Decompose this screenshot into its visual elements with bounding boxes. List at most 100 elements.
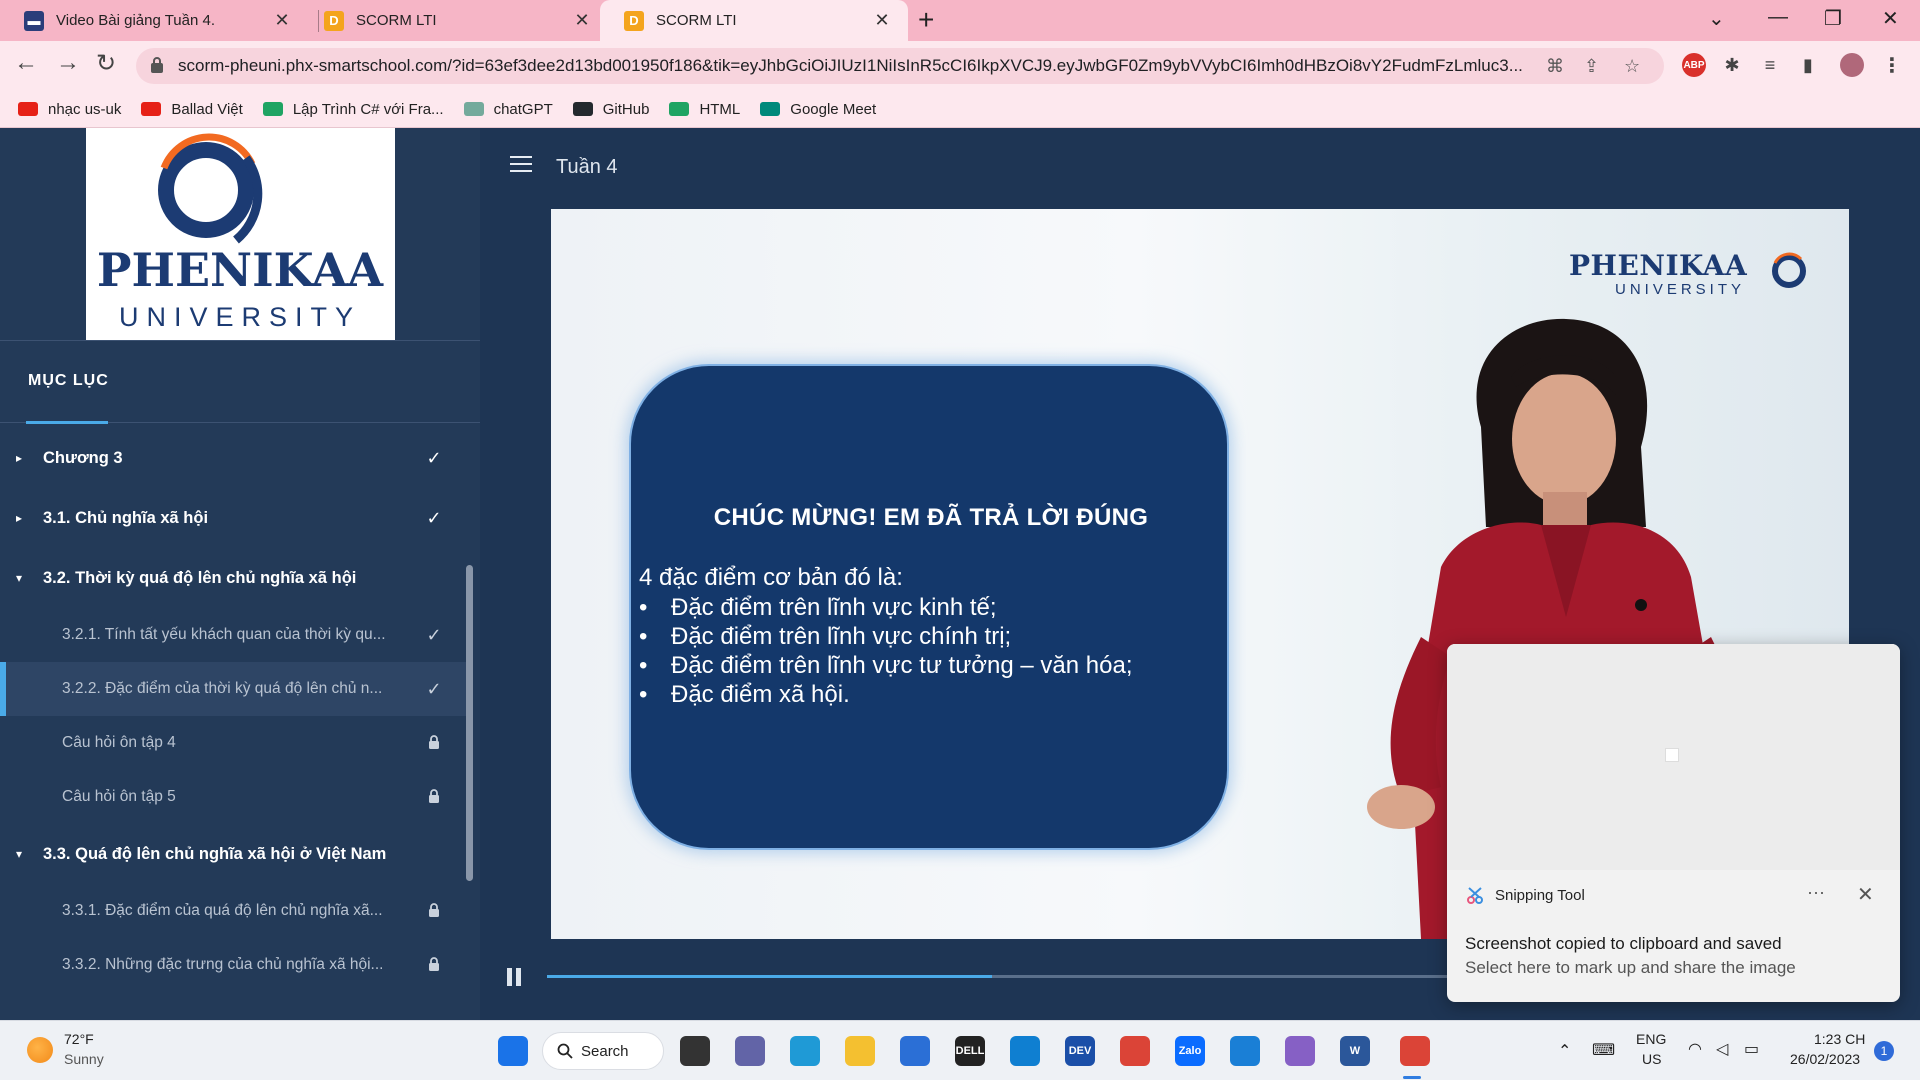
caret-right-icon[interactable]: ▸ xyxy=(16,511,22,525)
window-close-button[interactable]: ✕ xyxy=(1882,6,1899,31)
toc-lesson[interactable]: Câu hỏi ôn tập 4 xyxy=(0,716,470,770)
url-text: scorm-pheuni.phx-smartschool.com/?id=63e… xyxy=(178,56,1523,75)
toc-lesson[interactable]: 3.3.1. Đặc điểm của quá độ lên chủ nghĩa… xyxy=(0,884,470,938)
toc-item-label: 3.2.2. Đặc điểm của thời kỳ quá độ lên c… xyxy=(62,680,383,697)
start-icon[interactable] xyxy=(498,1036,528,1066)
translate-icon[interactable]: ⌘ xyxy=(1546,56,1564,77)
close-icon[interactable]: ✕ xyxy=(1857,882,1874,907)
sun-icon[interactable] xyxy=(27,1037,53,1063)
lock-icon xyxy=(424,733,444,754)
store-icon[interactable] xyxy=(900,1036,930,1066)
pause-icon[interactable] xyxy=(507,968,523,986)
teams-icon[interactable] xyxy=(735,1036,765,1066)
chrome-active-icon[interactable] xyxy=(1400,1036,1430,1066)
bookmark-item[interactable]: nhạc us-uk xyxy=(18,101,121,118)
dell-icon[interactable]: DELL xyxy=(955,1036,985,1066)
toc-lesson[interactable]: Câu hỏi ôn tập 5 xyxy=(0,770,470,824)
minimize-button[interactable]: — xyxy=(1768,6,1788,29)
language-region[interactable]: US xyxy=(1642,1051,1661,1067)
caret-down-icon[interactable]: ▾ xyxy=(16,847,22,861)
checkmark-icon: ✓ xyxy=(426,624,442,645)
extensions-puzzle-icon[interactable]: ✱ xyxy=(1720,53,1744,77)
chevron-up-icon[interactable]: ⌃ xyxy=(1558,1041,1571,1061)
hamburger-menu-icon[interactable] xyxy=(510,156,532,172)
bookmark-item[interactable]: Lập Trình C# với Fra... xyxy=(262,101,444,118)
restore-button[interactable]: ❐ xyxy=(1824,6,1842,31)
caret-down-icon[interactable]: ▾ xyxy=(16,571,22,585)
language-indicator[interactable]: ENG xyxy=(1636,1031,1666,1047)
toc-chapter[interactable]: ▸ 3.1. Chủ nghĩa xã hội ✓ xyxy=(0,488,470,548)
caret-right-icon[interactable]: ▸ xyxy=(16,451,22,465)
taskbar-search[interactable]: Search xyxy=(542,1032,664,1070)
toc-chapter[interactable]: ▾ 3.2. Thời kỳ quá độ lên chủ nghĩa xã hộ… xyxy=(0,548,470,608)
video-progress-bar[interactable] xyxy=(547,975,1547,978)
edge-icon[interactable] xyxy=(790,1036,820,1066)
back-arrow-icon[interactable]: ← xyxy=(14,49,38,77)
lock-icon xyxy=(424,787,444,808)
snipping-tool-notification[interactable]: Snipping Tool ··· ✕ Screenshot copied to… xyxy=(1447,644,1900,1002)
wifi-icon[interactable]: ◠ xyxy=(1688,1039,1702,1059)
tab-search-chevron-icon[interactable]: ⌄ xyxy=(1708,6,1725,31)
explorer-icon[interactable] xyxy=(845,1036,875,1066)
course-sidebar: PHENIKAA UNIVERSITY MỤC LỤC ▸ Chương 3 ✓ ▸ 3… xyxy=(0,128,480,1020)
toc-heading-underline xyxy=(26,421,108,424)
notification-badge[interactable]: 1 xyxy=(1874,1041,1894,1061)
tab-video-lecture[interactable]: ▬ Video Bài giảng Tuần 4. ✕ xyxy=(0,0,308,41)
task-view-icon[interactable] xyxy=(680,1036,710,1066)
close-icon[interactable]: ✕ xyxy=(872,10,892,31)
keyboard-icon[interactable]: ⌨ xyxy=(1592,1040,1615,1060)
search-label: Search xyxy=(581,1042,629,1060)
adblock-extension-icon[interactable]: ABP xyxy=(1682,53,1706,77)
screenshot-preview[interactable] xyxy=(1447,644,1900,870)
toc-chapter[interactable]: ▾ 3.3. Quá độ lên chủ nghĩa xã hội ở Việt… xyxy=(0,824,470,884)
toc-lesson[interactable]: 3.2.2. Đặc điểm của thời kỳ quá độ lên c… xyxy=(0,662,470,716)
bookmark-item[interactable]: chatGPT xyxy=(463,101,553,118)
bookmark-item[interactable]: HTML xyxy=(669,101,740,118)
toc-scrollbar[interactable] xyxy=(466,565,473,881)
forward-arrow-icon[interactable]: → xyxy=(56,49,80,77)
close-icon[interactable]: ✕ xyxy=(272,10,292,31)
bookmark-star-icon[interactable]: ☆ xyxy=(1624,56,1640,77)
bookmark-item[interactable]: GitHub xyxy=(572,101,649,118)
weather-temperature[interactable]: 72°F xyxy=(64,1031,94,1047)
zalo-icon[interactable]: Zalo xyxy=(1175,1036,1205,1066)
address-bar[interactable]: scorm-pheuni.phx-smartschool.com/?id=63e… xyxy=(136,48,1664,84)
browser-menu-icon[interactable]: ⋮ xyxy=(1880,53,1904,77)
devhome-icon[interactable]: DEV xyxy=(1065,1036,1095,1066)
clock-time[interactable]: 1:23 CH xyxy=(1814,1031,1865,1047)
new-tab-button[interactable]: + xyxy=(918,4,934,36)
clock-date[interactable]: 26/02/2023 xyxy=(1790,1051,1860,1067)
checkmark-icon: ✓ xyxy=(426,447,442,468)
d-icon: D xyxy=(624,10,644,31)
table-of-contents: ▸ Chương 3 ✓ ▸ 3.1. Chủ nghĩa xã hội ✓ ▾ 3.2. T… xyxy=(0,428,470,992)
battery-icon[interactable]: ▭ xyxy=(1744,1039,1759,1059)
word-icon[interactable]: W xyxy=(1340,1036,1370,1066)
share-icon[interactable]: ⇪ xyxy=(1584,56,1599,77)
side-panel-icon[interactable]: ▮ xyxy=(1796,53,1820,77)
toc-lesson[interactable]: 3.3.2. Những đặc trưng của chủ nghĩa xã … xyxy=(0,938,470,992)
more-options-icon[interactable]: ··· xyxy=(1807,882,1825,903)
chrome-icon[interactable] xyxy=(1120,1036,1150,1066)
vscode-icon[interactable] xyxy=(1230,1036,1260,1066)
feedback-point: Đặc điểm trên lĩnh vực kinh tế; xyxy=(639,594,1132,623)
reload-icon[interactable]: ↻ xyxy=(96,49,116,78)
tab-scorm-2-active[interactable]: D SCORM LTI ✕ xyxy=(600,0,908,41)
close-icon[interactable]: ✕ xyxy=(572,10,592,31)
weather-description[interactable]: Sunny xyxy=(64,1051,104,1067)
bookmark-label: Ballad Việt xyxy=(171,100,243,118)
cortana-icon[interactable] xyxy=(1010,1036,1040,1066)
toc-lesson[interactable]: 3.2.1. Tính tất yếu khách quan của thời … xyxy=(0,608,470,662)
tab-scorm-1[interactable]: D SCORM LTI ✕ xyxy=(300,0,608,41)
answer-feedback-card: CHÚC MỪNG! EM ĐÃ TRẢ LỜI ĐÚNG 4 đặc điểm… xyxy=(629,364,1229,850)
active-app-indicator xyxy=(1403,1076,1421,1079)
profile-avatar[interactable] xyxy=(1840,53,1864,77)
bookmark-item[interactable]: Ballad Việt xyxy=(141,100,243,118)
media-control-icon[interactable]: ≡ xyxy=(1758,53,1782,77)
volume-icon[interactable]: ◁ xyxy=(1716,1039,1728,1059)
bookmark-item[interactable]: Google Meet xyxy=(760,101,876,118)
feedback-point: Đặc điểm trên lĩnh vực chính trị; xyxy=(639,623,1132,652)
visual-studio-icon[interactable] xyxy=(1285,1036,1315,1066)
bookmark-label: Google Meet xyxy=(790,100,877,118)
toc-chapter[interactable]: ▸ Chương 3 ✓ xyxy=(0,428,470,488)
lock-icon xyxy=(424,901,444,922)
